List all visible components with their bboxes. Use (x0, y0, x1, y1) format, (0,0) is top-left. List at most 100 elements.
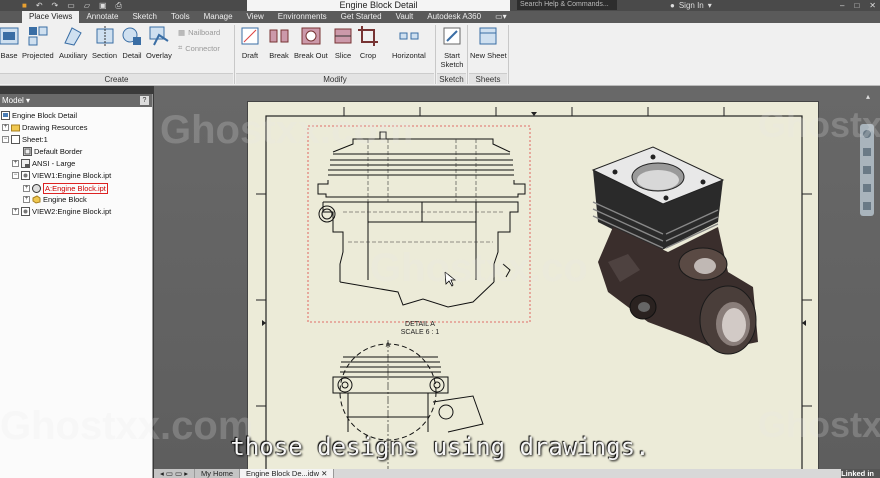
slice-icon (334, 28, 352, 44)
auxiliary-button[interactable]: Auxiliary (59, 25, 87, 60)
nailboard-label: Nailboard (188, 28, 221, 37)
window-controls: – □ ✕ (840, 0, 876, 11)
close-tab-icon[interactable]: ✕ (321, 469, 327, 478)
start-sketch-label: Start Sketch (440, 51, 464, 69)
quick-access-toolbar: ■ ↶ ↷ ▭ ▱ ▣ ⎙ (22, 0, 122, 11)
crop-button[interactable]: Crop (357, 25, 379, 60)
ribbon-tab-bar: Place Views Annotate Sketch Tools Manage… (0, 11, 880, 23)
browser-help-button[interactable]: ? (140, 96, 149, 105)
title-bar: ■ ↶ ↷ ▭ ▱ ▣ ⎙ Engine Block Detail Search… (0, 0, 880, 11)
ribbon-options-icon[interactable]: ▭▾ (488, 11, 514, 23)
tree-item-view2[interactable]: + VIEW2:Engine Block.ipt (12, 207, 111, 216)
close-view-icon[interactable]: ▴ (866, 92, 870, 101)
watermark: Ghostxx.co (758, 104, 880, 145)
close-icon[interactable]: ✕ (869, 0, 876, 11)
new-icon[interactable]: ▭ (67, 1, 75, 10)
tab-my-home[interactable]: My Home (194, 469, 241, 478)
tab-environments[interactable]: Environments (271, 11, 334, 23)
overlay-label: Overlay (146, 51, 172, 60)
modify-panel-label: Modify (236, 73, 434, 84)
sign-in-button[interactable]: ● Sign In ▾ (670, 0, 712, 11)
detail-scale: SCALE 6 : 1 (401, 329, 440, 336)
draft-button[interactable]: Draft (239, 25, 261, 60)
nailboard-button[interactable]: ▦ Nailboard (178, 28, 220, 37)
sheets-panel-label: Sheets (469, 73, 507, 84)
detail-button[interactable]: Detail (121, 25, 143, 60)
tab-engine-block-idw[interactable]: Engine Block De...idw ✕ (240, 469, 335, 478)
expand-toggle-icon[interactable]: + (12, 160, 19, 167)
app-menu-icon[interactable]: ■ (22, 1, 27, 10)
projected-label: Projected (22, 51, 54, 60)
horizontal-align-icon (399, 32, 419, 40)
look-at-icon[interactable] (863, 202, 871, 210)
start-sketch-button[interactable]: Start Sketch (438, 25, 466, 69)
tab-tools[interactable]: Tools (164, 11, 197, 23)
tab-sketch[interactable]: Sketch (125, 11, 163, 23)
tree-label: Drawing Resources (22, 123, 88, 132)
new-sheet-button[interactable]: New Sheet (470, 25, 507, 60)
orbit-icon[interactable] (863, 184, 871, 192)
pan-icon[interactable] (863, 148, 871, 156)
tab-annotate[interactable]: Annotate (79, 11, 125, 23)
connector-button[interactable]: ⌗ Connector (178, 43, 220, 53)
tab-view[interactable]: View (240, 11, 271, 23)
browser-header: Model ▾ ? (0, 94, 152, 107)
shaded-3d-view (591, 146, 758, 355)
break-icon (269, 29, 289, 43)
new-sheet-icon (479, 27, 497, 45)
border-icon (23, 147, 32, 156)
detail-label: Detail (122, 51, 142, 60)
break-button[interactable]: Break (268, 25, 290, 60)
linkedin-logo: Linked in (841, 469, 880, 478)
open-icon[interactable]: ▱ (84, 1, 90, 10)
section-button[interactable]: Section (92, 25, 117, 60)
expand-toggle-icon[interactable]: + (23, 196, 30, 203)
tree-item-root[interactable]: Engine Block Detail (1, 111, 77, 120)
drawing-view-icon (21, 207, 30, 216)
base-button[interactable]: Base (0, 25, 20, 60)
tab-vault[interactable]: Vault (389, 11, 421, 23)
overlay-button[interactable]: Overlay (146, 25, 172, 60)
break-out-button[interactable]: Break Out (294, 25, 328, 60)
tree-item-default-border[interactable]: Default Border (23, 147, 82, 156)
tree-item-engine-block[interactable]: + Engine Block (23, 195, 87, 204)
expand-toggle-icon[interactable]: + (12, 208, 19, 215)
horizontal-button[interactable]: Horizontal (392, 25, 426, 60)
redo-icon[interactable]: ↷ (52, 1, 59, 10)
tree-item-drawing-resources[interactable]: + Drawing Resources (2, 123, 87, 132)
zoom-icon[interactable] (863, 166, 871, 174)
drawing-view-icon (21, 171, 30, 180)
tree-item-detail-a[interactable]: + A:Engine Block.ipt (23, 183, 108, 194)
minimize-icon[interactable]: – (840, 0, 844, 11)
expand-toggle-icon[interactable]: + (2, 124, 9, 131)
tab-manage[interactable]: Manage (197, 11, 240, 23)
projected-button[interactable]: Projected (22, 25, 54, 60)
browser-title[interactable]: Model ▾ (2, 94, 30, 107)
collapse-toggle-icon[interactable]: − (2, 136, 9, 143)
maximize-icon[interactable]: □ (854, 0, 859, 11)
tree-item-sheet[interactable]: − Sheet:1 (2, 135, 48, 144)
print-icon[interactable]: ⎙ (116, 1, 122, 11)
save-icon[interactable]: ▣ (99, 1, 107, 10)
detail-callout: A (386, 342, 391, 349)
tab-place-views[interactable]: Place Views (22, 11, 80, 23)
chevron-down-icon: ▾ (707, 1, 712, 10)
tree-label: VIEW2:Engine Block.ipt (32, 207, 112, 216)
help-search-input[interactable]: Search Help & Commands... (517, 0, 617, 10)
tab-get-started[interactable]: Get Started (334, 11, 389, 23)
sign-in-label: Sign In (678, 1, 704, 10)
undo-icon[interactable]: ↶ (36, 1, 43, 10)
detail-view-icon (122, 27, 141, 45)
tree-label: ANSI - Large (32, 159, 76, 168)
tree-item-view1[interactable]: − VIEW1:Engine Block.ipt (12, 171, 111, 180)
tree-label: VIEW1:Engine Block.ipt (32, 171, 112, 180)
tab-autodesk-a360[interactable]: Autodesk A360 (420, 11, 488, 23)
expand-toggle-icon[interactable]: + (23, 185, 30, 192)
tree-item-title-block[interactable]: + ANSI - Large (12, 159, 75, 168)
draft-view-icon (241, 27, 259, 45)
tree-label: Default Border (34, 147, 83, 156)
collapse-toggle-icon[interactable]: − (12, 172, 19, 179)
watermark: Ghostxx.co (370, 246, 588, 290)
slice-button[interactable]: Slice (332, 25, 354, 60)
tab-scroll-icons[interactable]: ◂ ▭ ▭ ▸ (154, 469, 195, 478)
